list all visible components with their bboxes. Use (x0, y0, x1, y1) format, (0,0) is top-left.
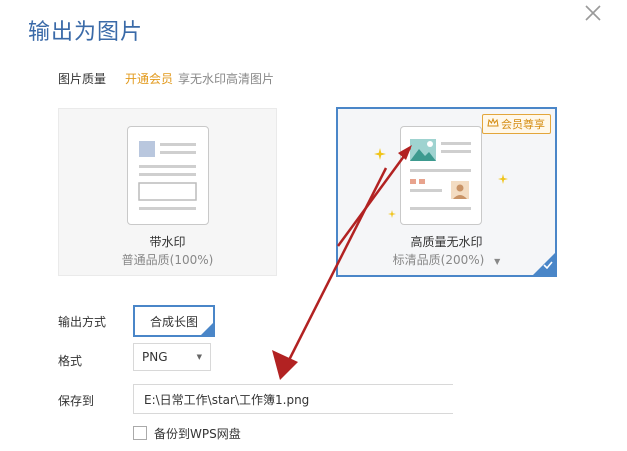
annotation-arrows (272, 145, 412, 380)
